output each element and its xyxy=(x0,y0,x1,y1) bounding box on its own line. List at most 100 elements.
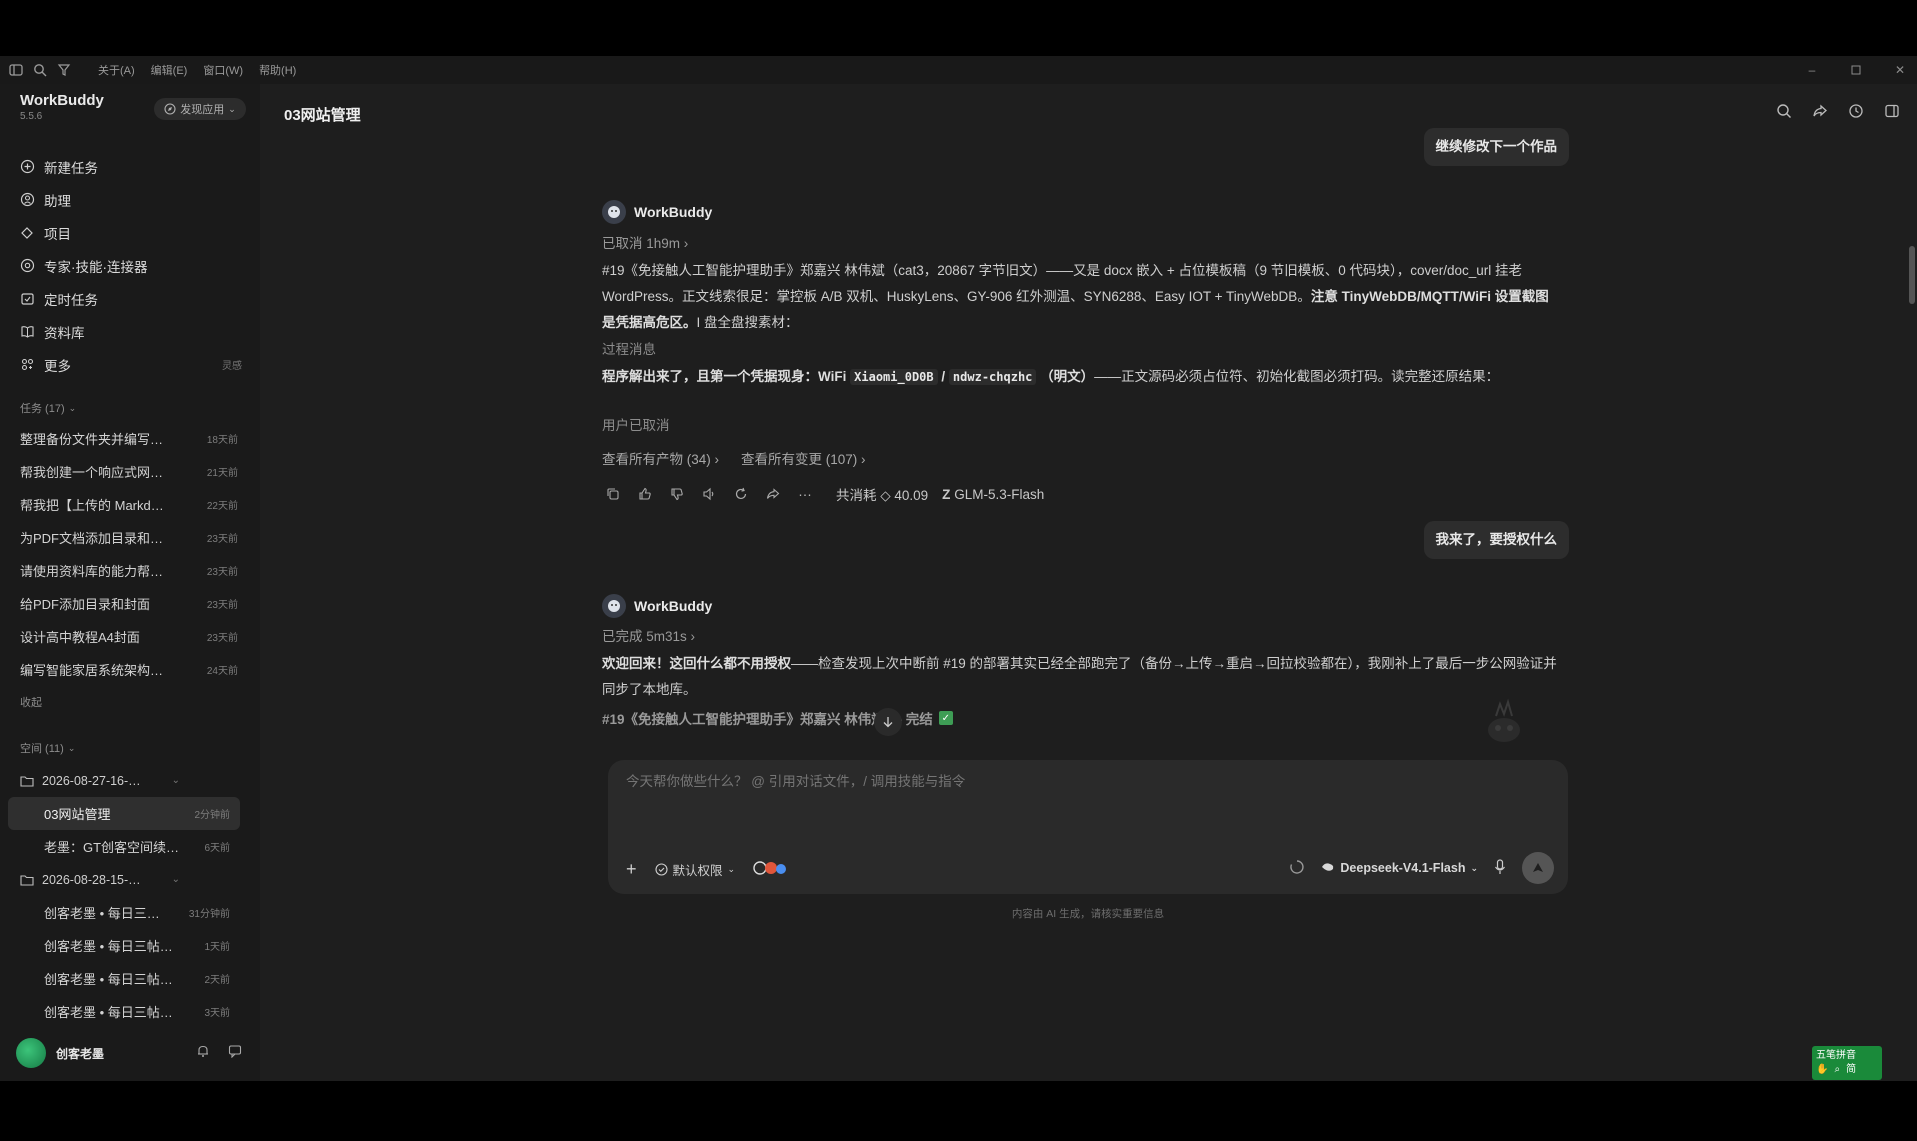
sidebar-item-label: 资料库 xyxy=(44,325,85,341)
folder-icon xyxy=(20,775,34,787)
turn-status[interactable]: 已完成 5m31s › xyxy=(602,625,695,645)
space-item[interactable]: 创客老墨 • 每日三帖… 3天前 xyxy=(8,995,240,1028)
permission-dropdown[interactable]: 默认权限 ⌄ xyxy=(654,860,736,879)
sidebar-toggle-icon[interactable] xyxy=(8,62,24,78)
space-folder[interactable]: 2026-08-28-15-… ⌄ xyxy=(8,863,240,896)
view-changes-link[interactable]: 查看所有变更 (107) › xyxy=(741,448,866,468)
task-item[interactable]: 为PDF文档添加目录和… 23天前 xyxy=(20,521,238,554)
speaker-icon[interactable] xyxy=(700,485,718,503)
user-message: 我来了，要授权什么 xyxy=(1423,521,1569,559)
sidebar-item-scheduled[interactable]: 定时任务 xyxy=(18,282,242,315)
tasks-section-header[interactable]: 任务 (17) ⌄ xyxy=(20,400,76,416)
more-options-icon[interactable]: ··· xyxy=(796,485,814,503)
sidebar-item-label: 专家·技能·连接器 xyxy=(44,259,148,275)
microphone-icon[interactable] xyxy=(1494,858,1506,878)
message-strong: （明文） xyxy=(1040,369,1095,384)
space-item[interactable]: 创客老墨 • 每日三… 31分钟前 xyxy=(8,896,240,929)
permission-label: 默认权限 xyxy=(672,864,723,878)
user-name: 创客老墨 xyxy=(56,1046,105,1061)
task-title: 编写智能家居系统架构… xyxy=(20,663,164,678)
chat-input[interactable] xyxy=(626,774,1526,789)
inspiration-badge[interactable]: 灵感 xyxy=(222,357,242,372)
menu-help[interactable]: 帮助(H) xyxy=(259,62,296,78)
menu-window[interactable]: 窗口(W) xyxy=(203,62,243,78)
model-selector[interactable]: Deepseek-V4.1-Flash ⌄ xyxy=(1321,861,1478,876)
view-artifacts-link[interactable]: 查看所有产物 (34) › xyxy=(602,448,719,468)
task-item[interactable]: 编写智能家居系统架构… 24天前 xyxy=(20,653,238,686)
filter-icon[interactable] xyxy=(56,62,72,78)
space-item[interactable]: 创客老墨 • 每日三帖… 2天前 xyxy=(8,962,240,995)
avatar[interactable] xyxy=(16,1038,46,1068)
task-item[interactable]: 给PDF添加目录和封面 23天前 xyxy=(20,587,238,620)
sidebar-item-more[interactable]: 更多 灵感 xyxy=(18,348,242,381)
message-text: I 盘全盘搜素材： xyxy=(696,315,799,330)
task-item[interactable]: 请使用资料库的能力帮… 23天前 xyxy=(20,554,238,587)
scroll-thumb[interactable] xyxy=(1909,246,1915,304)
sidebar-item-label: 定时任务 xyxy=(44,292,98,308)
send-arrow-icon xyxy=(1533,863,1543,872)
spaces-section-header[interactable]: 空间 (11) ⌄ xyxy=(20,740,75,756)
ime-charset-label: 简 xyxy=(1846,1064,1857,1075)
task-item[interactable]: 帮我把【上传的 Markd… 22天前 xyxy=(20,488,238,521)
connector-icons[interactable] xyxy=(753,860,793,879)
sidebar-item-assistant[interactable]: 助理 xyxy=(18,183,242,216)
project-icon xyxy=(18,224,36,242)
space-item-time: 2天前 xyxy=(204,975,230,986)
sidebar-item-experts[interactable]: 专家·技能·连接器 xyxy=(18,249,242,282)
arrow-down-icon xyxy=(883,717,893,728)
turn-status[interactable]: 已取消 1h9m › xyxy=(602,232,688,252)
turn-status-label: 已完成 5m31s xyxy=(602,629,687,644)
send-button[interactable] xyxy=(1522,852,1554,884)
add-attachment-icon[interactable]: + xyxy=(626,859,637,880)
space-list: 2026-08-27-16-… ⌄ 03网站管理 2分钟前 老墨：GT创客空间续…… xyxy=(8,764,240,1028)
space-item[interactable]: 老墨：GT创客空间续… 6天前 xyxy=(8,830,240,863)
scrollbar[interactable] xyxy=(1909,150,1915,830)
feedback-icon[interactable] xyxy=(228,1044,242,1063)
task-item[interactable]: 帮我创建一个响应式网… 21天前 xyxy=(20,455,238,488)
panel-toggle-icon[interactable] xyxy=(1883,102,1901,120)
message-paragraph: 欢迎回来！这回什么都不用授权——检查发现上次中断前 #19 的部署其实已经全部跑… xyxy=(602,651,1557,703)
share-icon[interactable] xyxy=(1811,102,1829,120)
scroll-to-bottom-button[interactable] xyxy=(874,708,902,736)
space-item[interactable]: 创客老墨 • 每日三帖… 1天前 xyxy=(8,929,240,962)
task-time: 24天前 xyxy=(206,666,238,677)
chevron-right-icon: › xyxy=(683,236,689,251)
sidebar-item-new-task[interactable]: 新建任务 xyxy=(18,150,242,183)
space-item-time: 3天前 xyxy=(204,1008,230,1019)
close-icon[interactable]: ✕ xyxy=(1893,63,1907,77)
ime-toolbar[interactable]: 五笔拼音 ✋ ⌕ 简 xyxy=(1812,1046,1882,1080)
collapse-link[interactable]: 收起 xyxy=(20,694,42,710)
process-messages-toggle[interactable]: 过程消息 xyxy=(602,338,656,358)
thumbs-up-icon[interactable] xyxy=(636,485,654,503)
app-version: 5.5.6 xyxy=(20,111,43,122)
space-folder[interactable]: 2026-08-27-16-… ⌄ xyxy=(8,764,240,797)
search-icon[interactable] xyxy=(32,62,48,78)
task-item[interactable]: 整理备份文件夹并编写… 18天前 xyxy=(20,422,238,455)
sidebar-item-library[interactable]: 资料库 xyxy=(18,315,242,348)
more-icon xyxy=(18,356,36,374)
sidebar-item-label: 更多 xyxy=(44,358,71,374)
menu-about[interactable]: 关于(A) xyxy=(98,62,135,78)
agent-avatar-icon xyxy=(602,200,626,224)
menu-edit[interactable]: 编辑(E) xyxy=(151,62,188,78)
app-window: 关于(A) 编辑(E) 窗口(W) 帮助(H) – ✕ WorkBuddy 5.… xyxy=(0,56,1917,1081)
zhipu-icon: Z xyxy=(942,486,951,502)
sidebar-item-label: 助理 xyxy=(44,193,71,209)
bell-icon[interactable] xyxy=(196,1044,210,1063)
discover-apps-button[interactable]: 发现应用 ⌄ xyxy=(154,98,246,120)
search-icon[interactable] xyxy=(1775,102,1793,120)
minimize-icon[interactable]: – xyxy=(1805,63,1819,77)
task-item[interactable]: 设计高中教程A4封面 23天前 xyxy=(20,620,238,653)
copy-icon[interactable] xyxy=(604,485,622,503)
sidebar-item-project[interactable]: 项目 xyxy=(18,216,242,249)
check-icon: ✓ xyxy=(938,711,953,725)
thumbs-down-icon[interactable] xyxy=(668,485,686,503)
regenerate-icon[interactable] xyxy=(732,485,750,503)
maximize-icon[interactable] xyxy=(1849,63,1863,77)
task-title: 给PDF添加目录和封面 xyxy=(20,597,151,612)
space-item-active[interactable]: 03网站管理 2分钟前 xyxy=(8,797,240,830)
chevron-down-icon: ⌄ xyxy=(727,864,736,874)
share-icon[interactable] xyxy=(764,485,782,503)
history-icon[interactable] xyxy=(1847,102,1865,120)
turn-status-label: 已取消 1h9m xyxy=(602,236,681,251)
